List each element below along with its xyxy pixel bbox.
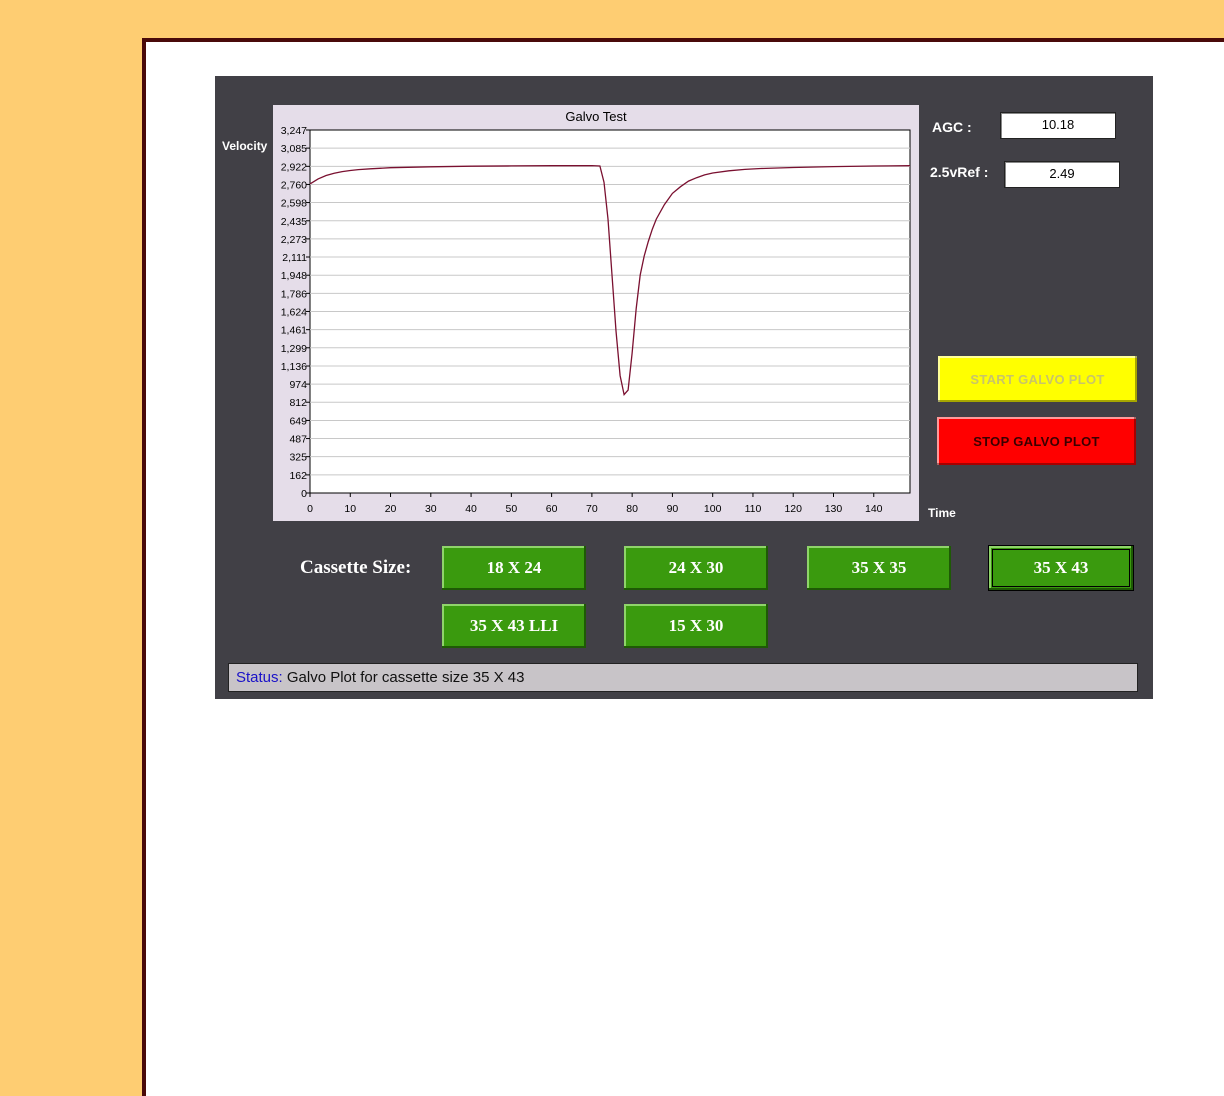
cassette-35x43-button[interactable]: 35 X 43: [989, 546, 1133, 590]
cassette-size-label: Cassette Size:: [300, 557, 412, 578]
cassette-15x30-button[interactable]: 15 X 30: [624, 604, 768, 648]
x-tick-label: 20: [385, 503, 397, 515]
x-tick-label: 100: [704, 503, 722, 515]
vref-label: 2.5vRef :: [930, 164, 989, 180]
stop-galvo-plot-button[interactable]: STOP GALVO PLOT: [937, 417, 1136, 465]
y-tick-label: 2,435: [281, 216, 307, 228]
x-tick-label: 50: [505, 503, 517, 515]
y-tick-label: 1,948: [281, 270, 307, 282]
y-tick-label: 2,111: [282, 252, 307, 264]
y-tick-label: 2,922: [281, 161, 307, 173]
status-key-label: Status:: [236, 669, 283, 686]
x-tick-label: 60: [546, 503, 558, 515]
x-tick-label: 30: [425, 503, 437, 515]
y-axis-label: Velocity: [222, 139, 268, 153]
y-tick-label: 162: [289, 470, 307, 482]
agc-value-field[interactable]: 10.18: [1000, 112, 1116, 139]
y-tick-label: 974: [289, 379, 307, 391]
x-tick-label: 110: [745, 503, 762, 515]
x-tick-label: 90: [667, 503, 679, 515]
chart-canvas: Galvo Test 0 162 325 487 649 812 974 1,136 1,299…: [281, 109, 911, 515]
agc-label: AGC :: [932, 119, 972, 135]
x-tick-label: 70: [586, 503, 598, 515]
start-galvo-plot-button[interactable]: START GALVO PLOT: [938, 356, 1137, 402]
y-tick-label: 812: [289, 397, 307, 409]
x-tick-label: 140: [865, 503, 883, 515]
y-tick-label: 0: [301, 488, 307, 500]
y-tick-label: 3,247: [281, 125, 307, 137]
y-tick-label: 1,299: [281, 343, 307, 355]
y-tick-label: 2,273: [281, 234, 307, 246]
cassette-35x35-button[interactable]: 35 X 35: [807, 546, 951, 590]
y-tick-label: 487: [289, 434, 307, 446]
chart-title: Galvo Test: [565, 109, 627, 124]
x-tick-label: 120: [784, 503, 802, 515]
cassette-24x30-button[interactable]: 24 X 30: [624, 546, 768, 590]
y-tick-label: 649: [289, 415, 307, 427]
x-tick-label: 130: [825, 503, 843, 515]
x-tick-label: 0: [307, 503, 313, 515]
galvo-chart: Galvo Test 0 162 325 487 649 812 974 1,136 1,299…: [273, 105, 919, 521]
y-tick-label: 2,598: [281, 198, 307, 210]
y-tick-label: 1,786: [281, 288, 307, 300]
status-message: Galvo Plot for cassette size 35 X 43: [282, 669, 525, 686]
y-tick-label: 325: [289, 452, 307, 464]
y-tick-label: 1,624: [281, 306, 307, 318]
x-tick-label: 80: [626, 503, 638, 515]
vref-value-field[interactable]: 2.49: [1004, 161, 1120, 188]
y-tick-label: 3,085: [281, 143, 307, 155]
cassette-18x24-button[interactable]: 18 X 24: [442, 546, 586, 590]
status-bar: Status: Galvo Plot for cassette size 35 …: [228, 663, 1138, 692]
x-tick-label: 40: [465, 503, 477, 515]
y-tick-label: 2,760: [281, 179, 307, 191]
x-axis-label: Time: [928, 506, 956, 520]
y-tick-label: 1,461: [281, 325, 307, 337]
x-tick-label: 10: [344, 503, 356, 515]
cassette-35x43-lli-button[interactable]: 35 X 43 LLI: [442, 604, 586, 648]
y-tick-label: 1,136: [281, 361, 307, 373]
